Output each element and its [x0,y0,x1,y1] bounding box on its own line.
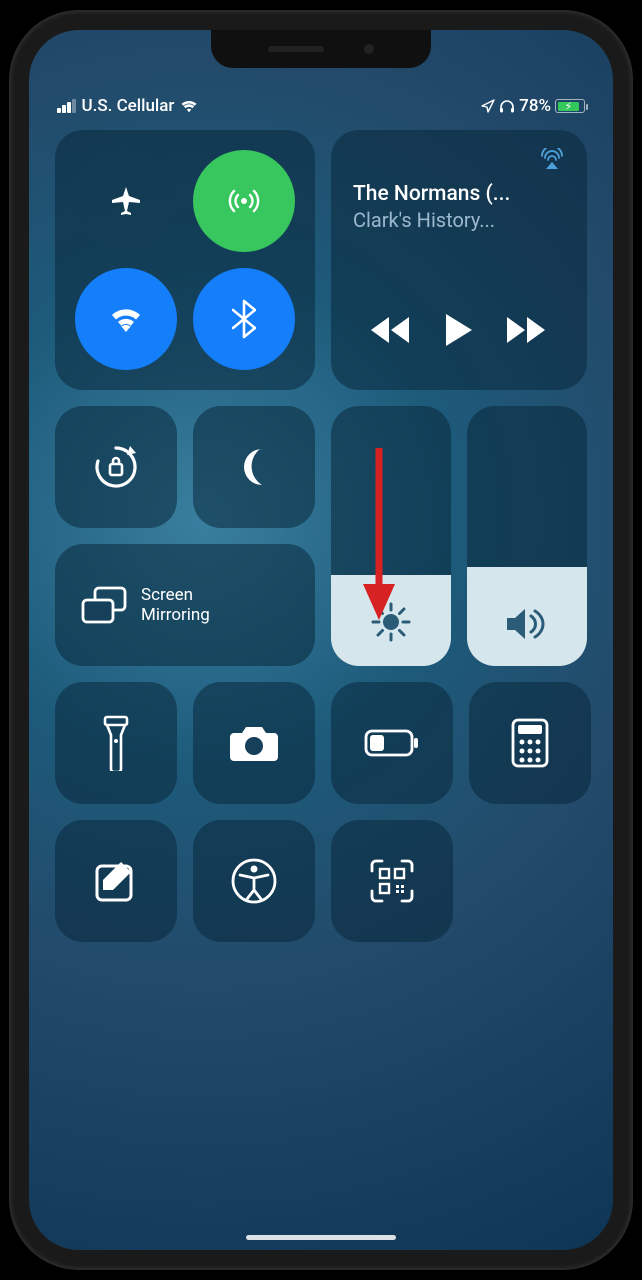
screen-mirroring-button[interactable]: Screen Mirroring [55,544,315,666]
brightness-slider[interactable] [331,406,451,666]
media-rewind-button[interactable] [369,315,413,345]
volume-slider[interactable] [467,406,587,666]
screen-mirroring-icon [81,586,127,624]
media-forward-button[interactable] [505,315,549,345]
wifi-icon [104,299,148,339]
moon-icon [232,445,276,489]
location-icon [481,99,495,113]
battery-percent-label: 78% [519,96,551,116]
volume-icon [505,606,549,642]
low-power-mode-button[interactable] [331,682,453,804]
screen-mirroring-label-line1: Screen [141,585,210,605]
orientation-lock-toggle[interactable] [55,406,177,528]
battery-icon [364,729,420,757]
qr-code-icon [368,857,416,905]
calculator-icon [511,718,549,768]
accessibility-button[interactable] [193,820,315,942]
bluetooth-toggle[interactable] [193,268,295,370]
cellular-antenna-icon [222,179,266,223]
notes-button[interactable] [55,820,177,942]
calculator-button[interactable] [469,682,591,804]
qr-scanner-button[interactable] [331,820,453,942]
brightness-icon [371,602,411,642]
wifi-status-icon [180,99,198,113]
media-play-button[interactable] [444,312,474,348]
flashlight-icon [103,715,129,771]
do-not-disturb-toggle[interactable] [193,406,315,528]
wifi-toggle[interactable] [75,268,177,370]
connectivity-module [55,130,315,390]
camera-button[interactable] [193,682,315,804]
airplay-icon[interactable] [539,148,565,170]
camera-icon [228,723,280,763]
bluetooth-icon [232,299,256,339]
carrier-label: U.S. Cellular [82,96,175,116]
compose-icon [93,858,139,904]
battery-icon: ⚡︎ [555,99,585,113]
cellular-signal-icon [57,99,76,113]
media-title: The Normans (... [353,182,565,206]
media-module: The Normans (... Clark's History... [331,130,587,390]
cellular-data-toggle[interactable] [193,150,295,252]
screen-mirroring-label-line2: Mirroring [141,605,210,625]
orientation-lock-icon [89,440,143,494]
headphones-icon [499,99,515,113]
media-subtitle: Clark's History... [353,208,565,232]
accessibility-icon [230,857,278,905]
airplane-mode-toggle[interactable] [75,150,177,252]
flashlight-button[interactable] [55,682,177,804]
home-indicator[interactable] [246,1235,396,1240]
airplane-icon [106,181,146,221]
